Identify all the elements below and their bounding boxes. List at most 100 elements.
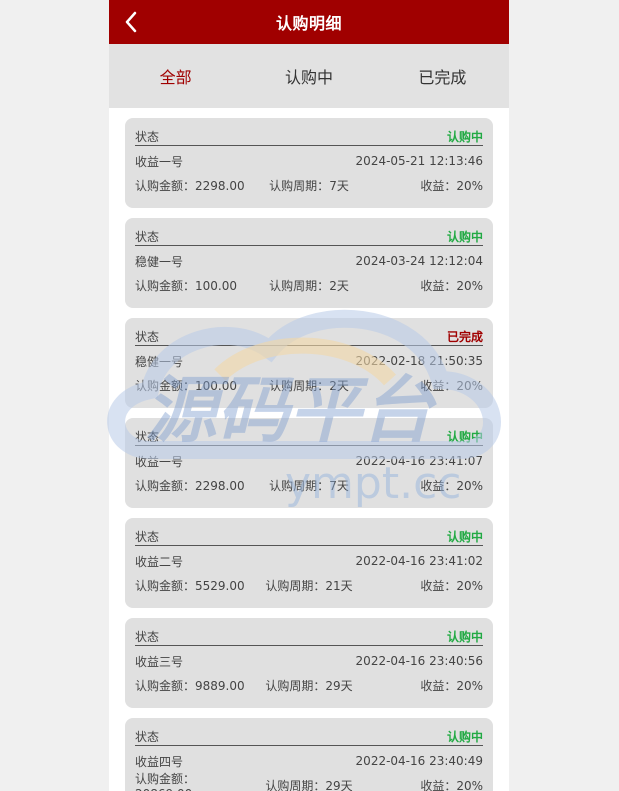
period-value: 21天 (325, 578, 353, 593)
yield-value: 20% (456, 678, 483, 693)
period-value: 29天 (325, 678, 353, 693)
product-name: 收益三号 (135, 654, 184, 669)
period-label: 认购周期： (269, 478, 330, 493)
amount-field: 认购金额：2298.00 (135, 477, 251, 494)
yield-field: 收益：20% (367, 277, 483, 294)
record-detail-row: 认购金额：2298.00 认购周期：7天 收益：20% (135, 473, 483, 497)
amount-value: 2298.00 (195, 178, 245, 193)
yield-value: 20% (456, 578, 483, 593)
tab-subscribing[interactable]: 认购中 (242, 64, 375, 88)
record-detail-row: 认购金额：2298.00 认购周期：7天 收益：20% (135, 173, 483, 197)
period-label: 认购周期： (265, 578, 326, 593)
period-field: 认购周期：7天 (251, 477, 367, 494)
record-status-row: 状态 认购中 (135, 727, 483, 746)
period-label: 认购周期： (269, 378, 330, 393)
tab-all[interactable]: 全部 (109, 64, 242, 88)
product-name: 稳健一号 (135, 354, 184, 369)
yield-value: 20% (456, 278, 483, 293)
amount-label: 认购金额： (135, 478, 196, 493)
chevron-left-icon (125, 11, 137, 33)
period-label: 认购周期： (265, 778, 326, 791)
yield-field: 收益：20% (367, 577, 483, 594)
yield-value: 20% (456, 778, 483, 791)
period-value: 2天 (329, 378, 349, 393)
amount-label: 认购金额： (135, 378, 196, 393)
amount-value: 9889.00 (195, 678, 245, 693)
yield-field: 收益：20% (367, 477, 483, 494)
amount-field: 认购金额：2298.00 (135, 177, 251, 194)
amount-field: 认购金额：20869.00 (135, 770, 251, 791)
record-name-row: 收益一号 2024-05-21 12:13:46 (135, 149, 483, 173)
period-value: 7天 (329, 478, 349, 493)
status-label: 状态 (135, 229, 160, 244)
period-label: 认购周期： (269, 278, 330, 293)
status-label: 状态 (135, 629, 160, 644)
amount-value: 20869.00 (135, 787, 192, 791)
tab-completed[interactable]: 已完成 (376, 64, 509, 88)
record-card[interactable]: 状态 认购中收益四号 2022-04-16 23:40:49 认购金额：20869.0… (125, 718, 493, 791)
record-card[interactable]: 状态 认购中 收益一号 2024-05-21 12:13:46 认购金额：2298.00… (125, 118, 493, 208)
period-value: 2天 (329, 278, 349, 293)
record-card[interactable]: 状态 认购中收益二号 2022-04-16 23:41:02 认购金额：5529.00… (125, 518, 493, 608)
record-status-row: 状态 认购中 (135, 227, 483, 246)
back-button[interactable] (119, 8, 145, 36)
amount-label: 认购金额： (135, 178, 196, 193)
amount-field: 认购金额：100.00 (135, 277, 251, 294)
phone-screen: 认购明细 全部 认购中 已完成 状态 认购中 收益一号 2024-05-21 12:1… (109, 0, 509, 791)
record-status-row: 状态 认购中 (135, 127, 483, 146)
record-name-row: 收益二号 2022-04-16 23:41:02 (135, 549, 483, 573)
yield-label: 收益： (420, 578, 457, 593)
record-name-row: 稳健一号 2024-03-24 12:12:04 (135, 249, 483, 273)
yield-field: 收益：20% (367, 377, 483, 394)
page-title: 认购明细 (275, 14, 342, 33)
record-detail-row: 认购金额：5529.00 认购周期：21天 收益：20% (135, 573, 483, 597)
period-field: 认购周期：29天 (251, 677, 367, 694)
record-list: 状态 认购中 收益一号 2024-05-21 12:13:46 认购金额：2298.00… (125, 118, 493, 791)
product-name: 收益二号 (135, 554, 184, 569)
status-label: 状态 (135, 429, 160, 444)
amount-field: 认购金额：100.00 (135, 377, 251, 394)
product-name: 收益一号 (135, 154, 184, 169)
yield-label: 收益： (420, 478, 457, 493)
amount-label: 认购金额： (135, 578, 196, 593)
tab-bar: 全部 认购中 已完成 (109, 44, 509, 108)
yield-label: 收益： (420, 278, 457, 293)
period-value: 7天 (329, 178, 349, 193)
record-time: 2022-04-16 23:41:02 (355, 554, 483, 568)
record-card[interactable]: 状态 认购中 稳健一号 2024-03-24 12:12:04 认购金额：100.00 认… (125, 218, 493, 308)
status-badge: 已完成 (446, 329, 483, 344)
record-detail-row: 认购金额：100.00 认购周期：2天 收益：20% (135, 273, 483, 297)
yield-field: 收益：20% (367, 177, 483, 194)
record-card[interactable]: 状态 认购中 收益一号 2022-04-16 23:41:07 认购金额：2298.00… (125, 418, 493, 508)
product-name: 收益一号 (135, 454, 184, 469)
amount-label: 认购金额： (135, 278, 196, 293)
yield-value: 20% (456, 378, 483, 393)
status-badge: 认购中 (446, 629, 483, 644)
period-label: 认购周期： (269, 178, 330, 193)
product-name: 稳健一号 (135, 254, 184, 269)
status-badge: 认购中 (446, 529, 483, 544)
amount-value: 2298.00 (195, 478, 245, 493)
record-status-row: 状态 认购中 (135, 427, 483, 446)
amount-field: 认购金额：5529.00 (135, 577, 251, 594)
record-status-row: 状态 认购中 (135, 527, 483, 546)
record-detail-row: 认购金额：20869.00认购周期：29天收益：20% (135, 770, 483, 791)
yield-label: 收益： (420, 678, 457, 693)
record-name-row: 稳健一号 2022-02-18 21:50:35 (135, 349, 483, 373)
amount-field: 认购金额：9889.00 (135, 677, 251, 694)
yield-value: 20% (456, 178, 483, 193)
record-card[interactable]: 状态 认购中收益三号 2022-04-16 23:40:56 认购金额：9889.00… (125, 618, 493, 708)
status-label: 状态 (135, 329, 160, 344)
record-name-row: 收益三号 2022-04-16 23:40:56 (135, 649, 483, 673)
status-badge: 认购中 (446, 129, 483, 144)
record-detail-row: 认购金额：9889.00 认购周期：29天 收益：20% (135, 673, 483, 697)
record-card[interactable]: 状态 已完成 稳健一号 2022-02-18 21:50:35 认购金额：100.00 认… (125, 318, 493, 408)
status-badge: 认购中 (446, 729, 483, 744)
yield-field: 收益：20% (367, 677, 483, 694)
amount-label: 认购金额： (135, 771, 196, 786)
record-status-row: 状态 认购中 (135, 627, 483, 646)
yield-label: 收益： (420, 178, 457, 193)
record-detail-row: 认购金额：100.00 认购周期：2天 收益：20% (135, 373, 483, 397)
period-value: 29天 (325, 778, 353, 791)
status-badge: 认购中 (446, 429, 483, 444)
